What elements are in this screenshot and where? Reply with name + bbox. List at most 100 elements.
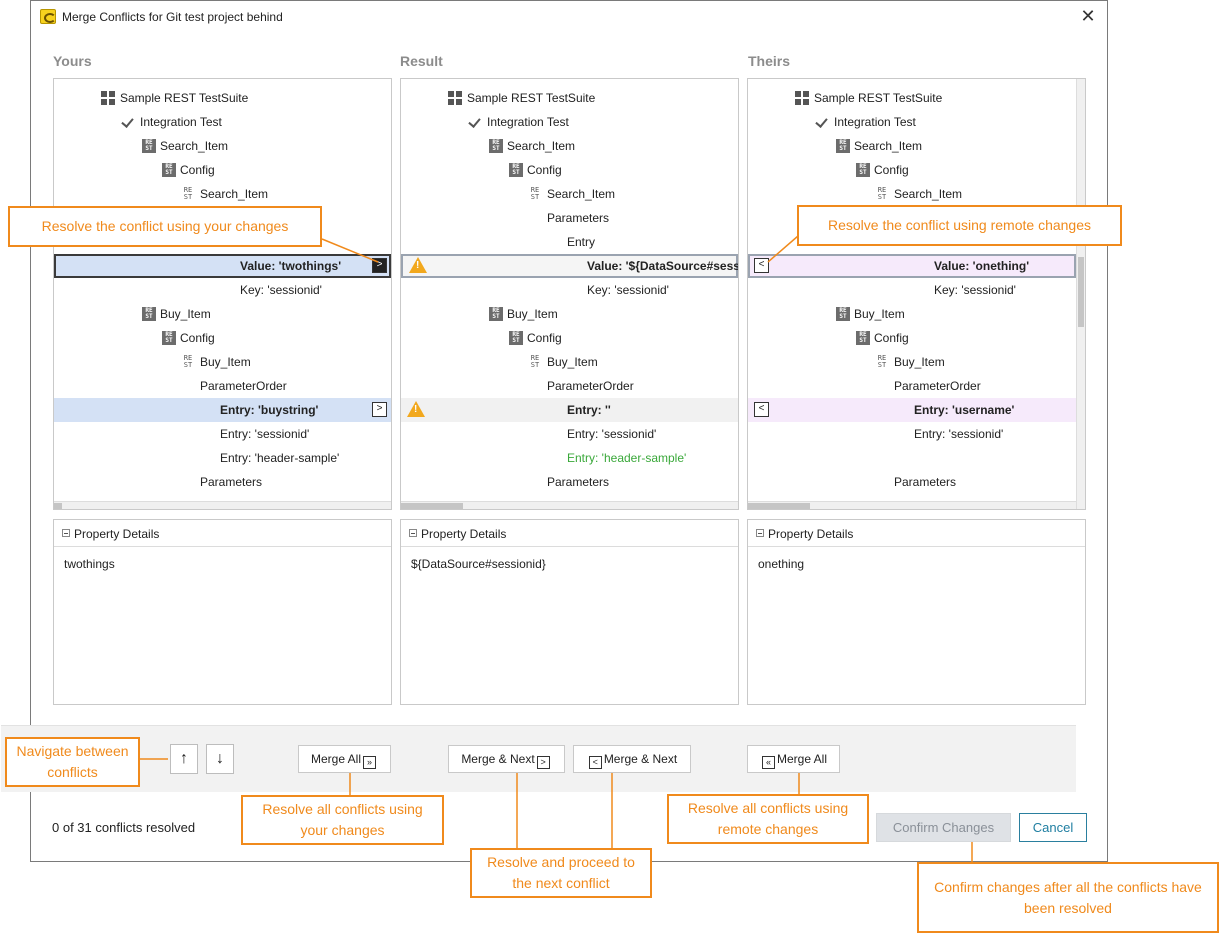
conflict-row-theirs[interactable]: < Value: 'onething': [748, 254, 1076, 278]
tree-row-label: Value: 'twothings': [240, 259, 342, 273]
tree-row[interactable]: Integration Test: [54, 110, 391, 134]
tree-row[interactable]: Key: 'sessionid': [748, 278, 1076, 302]
tree-row[interactable]: Entry: 'sessionid': [401, 422, 738, 446]
collapse-icon[interactable]: [409, 529, 417, 537]
rest-request-icon: RE ST: [877, 186, 887, 201]
accept-theirs-button[interactable]: <: [754, 258, 769, 273]
collapse-icon[interactable]: [62, 529, 70, 537]
tree-row[interactable]: RE ST Search_Item: [401, 134, 738, 158]
tree-row[interactable]: RE ST Buy_Item: [54, 350, 391, 374]
scroll-thumb[interactable]: [401, 503, 463, 509]
tree-row[interactable]: RE ST Config: [401, 326, 738, 350]
horizontal-scrollbar[interactable]: [401, 501, 738, 509]
cancel-button[interactable]: Cancel: [1019, 813, 1087, 842]
merge-all-theirs-button[interactable]: «Merge All: [747, 745, 840, 773]
conflict-row-yours[interactable]: Entry: 'buystring' >: [54, 398, 391, 422]
tree-row[interactable]: RE ST Buy_Item: [54, 302, 391, 326]
conflict-row-theirs[interactable]: < Entry: 'username': [748, 398, 1076, 422]
tree-row[interactable]: RE ST Search_Item: [401, 182, 738, 206]
tree-row[interactable]: Parameters: [401, 206, 738, 230]
conflict-status: 0 of 31 conflicts resolved: [52, 820, 196, 835]
tree-row[interactable]: RE ST Config: [54, 158, 391, 182]
test-case-check-icon: [121, 115, 135, 129]
tree-row[interactable]: Integration Test: [401, 110, 738, 134]
merge-next-theirs-button[interactable]: < Merge & Next: [573, 745, 691, 773]
rest-request-icon: RE ST: [183, 354, 193, 369]
tree-row[interactable]: Sample REST TestSuite: [54, 86, 391, 110]
tree-row-label: Search_Item: [200, 187, 269, 201]
tree-row[interactable]: Parameters: [748, 470, 1076, 494]
tree-row[interactable]: Key: 'sessionid': [54, 278, 391, 302]
confirm-changes-button[interactable]: Confirm Changes: [876, 813, 1011, 842]
right-arrow-icon: >: [536, 756, 550, 769]
tree-row[interactable]: Entry: 'header-sample': [54, 446, 391, 470]
tree-row[interactable]: RE ST Config: [54, 326, 391, 350]
tree-row[interactable]: RE ST Buy_Item: [401, 350, 738, 374]
warning-icon: [409, 257, 427, 273]
horizontal-scrollbar[interactable]: [748, 501, 1076, 509]
merge-all-yours-button[interactable]: Merge All»: [298, 745, 391, 773]
tree-row[interactable]: ParameterOrder: [401, 374, 738, 398]
scroll-thumb[interactable]: [54, 503, 62, 509]
tree-row[interactable]: RE ST Buy_Item: [748, 350, 1076, 374]
tree-row[interactable]: Integration Test: [748, 110, 1076, 134]
tree-row-label: Parameters: [200, 475, 263, 489]
next-conflict-button[interactable]: ↓: [206, 744, 234, 774]
tree-row-label: Entry: 'username': [914, 403, 1015, 417]
added-entry-label: Entry: 'header-sample': [567, 451, 687, 465]
tree-row[interactable]: RE ST Config: [748, 158, 1076, 182]
vertical-scrollbar[interactable]: [1076, 79, 1085, 509]
tree-row[interactable]: Entry: 'sessionid': [748, 422, 1076, 446]
property-details-header[interactable]: Property Details: [748, 520, 1085, 547]
merge-next-yours-button[interactable]: Merge & Next >: [448, 745, 565, 773]
conflict-row-yours[interactable]: Value: 'twothings' >: [54, 254, 391, 278]
property-details-header[interactable]: Property Details: [401, 520, 738, 547]
close-button[interactable]: ✕: [1077, 6, 1099, 28]
result-tree[interactable]: Sample REST TestSuite Integration Test R…: [400, 78, 739, 510]
tree-row[interactable]: Entry: 'sessionid': [54, 422, 391, 446]
yours-tree[interactable]: Sample REST TestSuite Integration Test R…: [53, 78, 392, 510]
tree-row-label: Parameters: [547, 211, 610, 225]
previous-conflict-button[interactable]: ↑: [170, 744, 198, 774]
tree-row[interactable]: RE ST Buy_Item: [401, 302, 738, 326]
scroll-thumb[interactable]: [1078, 257, 1084, 327]
accept-yours-button[interactable]: >: [372, 402, 387, 417]
theirs-tree[interactable]: Sample REST TestSuite Integration Test R…: [747, 78, 1086, 510]
horizontal-scrollbar[interactable]: [54, 501, 391, 509]
rest-config-icon: RE ST: [856, 163, 870, 177]
tree-row-label: Value: '${DataSource#sessi: [587, 259, 739, 273]
tree-row[interactable]: Entry: [401, 230, 738, 254]
tree-row-label: Entry: 'sessionid': [220, 427, 310, 441]
tree-row[interactable]: Parameters: [54, 470, 391, 494]
callout-resolve-remote: Resolve the conflict using remote change…: [797, 205, 1122, 246]
tree-row[interactable]: Key: 'sessionid': [401, 278, 738, 302]
tree-row[interactable]: RE ST Search_Item: [54, 134, 391, 158]
tree-row[interactable]: RE ST Search_Item: [748, 134, 1076, 158]
tree-row[interactable]: ParameterOrder: [748, 374, 1076, 398]
tree-row[interactable]: Entry: 'header-sample': [401, 446, 738, 470]
tree-row[interactable]: RE ST Config: [401, 158, 738, 182]
tree-row[interactable]: RE ST Buy_Item: [748, 302, 1076, 326]
scroll-thumb[interactable]: [748, 503, 810, 509]
tree-row[interactable]: RE ST Search_Item: [748, 182, 1076, 206]
conflict-row-result[interactable]: Value: '${DataSource#sessi: [401, 254, 738, 278]
test-suite-icon: [795, 91, 809, 105]
warning-icon: [407, 401, 425, 417]
property-value: ${DataSource#sessionid}: [411, 557, 546, 571]
test-suite-icon: [101, 91, 115, 105]
title-bar: Merge Conflicts for Git test project beh…: [31, 1, 1107, 33]
tree-row[interactable]: RE ST Search_Item: [54, 182, 391, 206]
collapse-icon[interactable]: [756, 529, 764, 537]
tree-row-label: Config: [180, 163, 215, 177]
tree-row-label: Search_Item: [507, 139, 576, 153]
tree-row[interactable]: Sample REST TestSuite: [401, 86, 738, 110]
tree-row[interactable]: Parameters: [401, 470, 738, 494]
tree-row[interactable]: RE ST Config: [748, 326, 1076, 350]
tree-row[interactable]: ParameterOrder: [54, 374, 391, 398]
rest-config-icon: RE ST: [162, 331, 176, 345]
property-details-header[interactable]: Property Details: [54, 520, 391, 547]
tree-row[interactable]: Sample REST TestSuite: [748, 86, 1076, 110]
conflict-row-result[interactable]: Entry: '': [401, 398, 738, 422]
accept-theirs-button[interactable]: <: [754, 402, 769, 417]
accept-yours-button[interactable]: >: [372, 258, 387, 273]
